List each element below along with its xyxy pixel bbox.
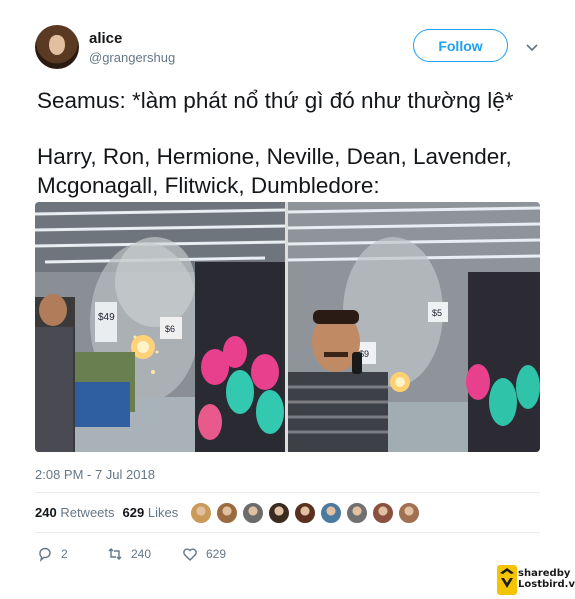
bird-logo-icon — [497, 565, 517, 595]
retweets-count: 240 — [35, 505, 57, 520]
tweet-card: alice @grangershug Follow Seamus: *làm p… — [0, 0, 575, 599]
divider — [35, 532, 540, 533]
liker-avatar[interactable] — [268, 502, 290, 524]
tweet-line: Harry, Ron, Hermione, Neville, Dean, Lav… — [37, 144, 512, 169]
likes-label: Likes — [147, 505, 179, 520]
liker-avatar[interactable] — [294, 502, 316, 524]
chevron-down-icon[interactable] — [525, 40, 539, 54]
man-on-phone-image: $9 $5 — [288, 202, 540, 452]
liker-avatar[interactable] — [372, 502, 394, 524]
user-handle[interactable]: @grangershug — [89, 50, 175, 65]
price-tag-2: $5 — [432, 308, 442, 318]
like-action[interactable]: 629 — [182, 546, 252, 562]
watermark-line1: sharedby — [518, 568, 571, 579]
follow-button[interactable]: Follow — [413, 29, 508, 62]
liker-avatar[interactable] — [398, 502, 420, 524]
liker-avatar[interactable] — [346, 502, 368, 524]
heart-icon — [183, 548, 197, 561]
tweet-stats: 240 Retweets 629 Likes — [35, 505, 178, 520]
retweets-label: Retweets — [60, 505, 115, 520]
tweet-line: Mcgonagall, Flitwick, Dumbledore: — [37, 173, 380, 198]
tweet-timestamp[interactable]: 2:08 PM - 7 Jul 2018 — [35, 467, 155, 482]
price-tag-1: $49 — [98, 312, 115, 323]
tweet-line: Seamus: *làm phát nổ thứ gì đó như thườn… — [37, 88, 514, 113]
user-display-name[interactable]: alice — [89, 30, 122, 47]
watermark: sharedby Lostbird.vn — [494, 562, 575, 598]
reply-count: 2 — [61, 547, 68, 561]
likes-stat[interactable]: 629 Likes — [123, 505, 179, 520]
tweet-media[interactable]: $49 $6 $9 $5 — [35, 202, 540, 452]
likes-count: 629 — [122, 505, 145, 520]
like-count: 629 — [206, 547, 227, 561]
liker-avatars — [190, 502, 420, 524]
liker-avatar[interactable] — [320, 502, 342, 524]
liker-avatar[interactable] — [242, 502, 264, 524]
tweet-actions: 2 240 629 — [37, 546, 252, 562]
liker-avatar[interactable] — [216, 502, 238, 524]
avatar-face — [49, 35, 65, 55]
retweet-count: 240 — [131, 547, 152, 561]
reply-icon — [39, 547, 51, 562]
divider — [35, 492, 540, 493]
media-photo-right[interactable]: $9 $5 — [288, 202, 540, 452]
store-fire-image: $49 $6 — [35, 202, 285, 452]
liker-avatar[interactable] — [190, 502, 212, 524]
media-photo-left[interactable]: $49 $6 — [35, 202, 285, 452]
watermark-line2: Lostbird.vn — [518, 579, 575, 590]
retweet-icon — [108, 548, 122, 560]
retweets-stat[interactable]: 240 Retweets — [35, 505, 115, 520]
price-tag-2: $6 — [165, 324, 175, 334]
retweet-action[interactable]: 240 — [107, 546, 182, 562]
reply-action[interactable]: 2 — [37, 546, 107, 562]
user-avatar[interactable] — [35, 25, 79, 69]
tweet-text: Seamus: *làm phát nổ thứ gì đó như thườn… — [37, 86, 547, 200]
